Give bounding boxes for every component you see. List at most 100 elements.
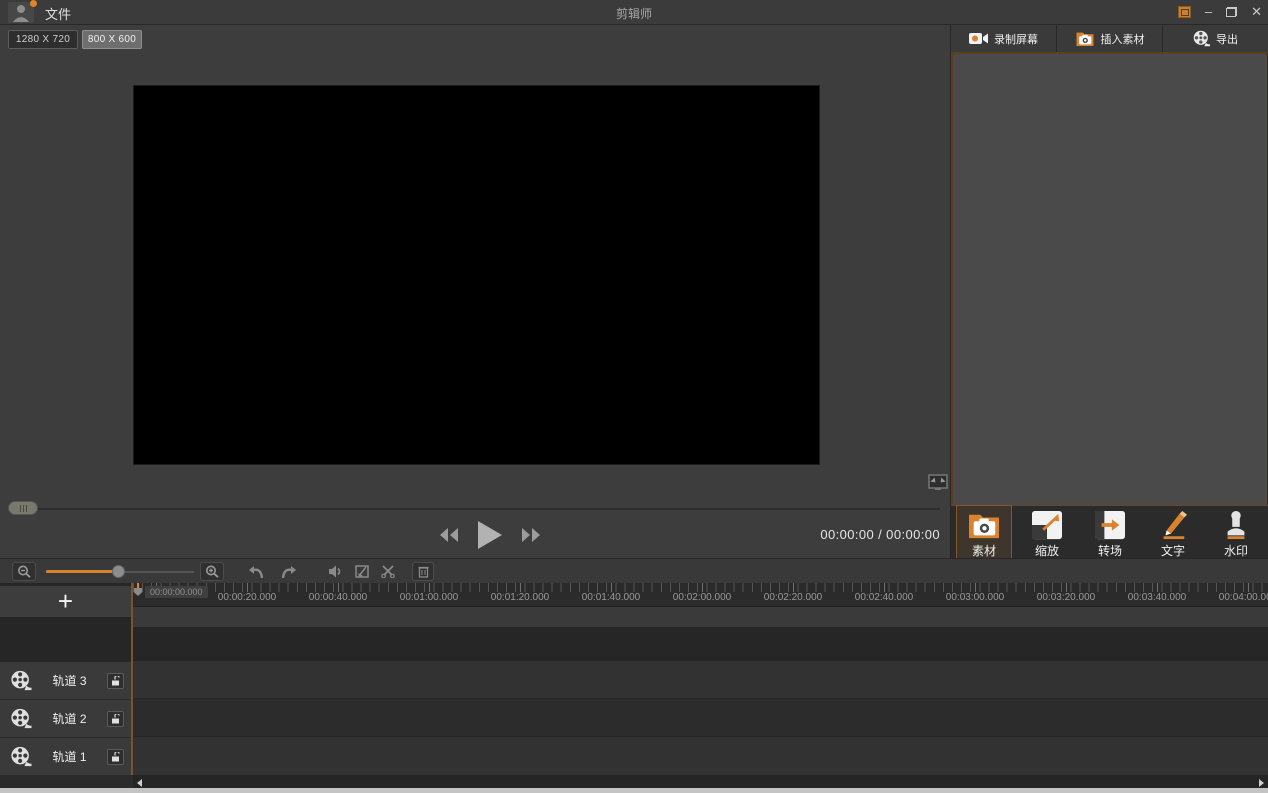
track-header-column: + 轨道 3 轨道 2 轨道 1 bbox=[0, 583, 133, 776]
track-row-2[interactable]: 轨道 2 bbox=[0, 700, 131, 738]
ruler-label: 00:03:00.000 bbox=[945, 592, 1005, 603]
tab-text[interactable]: 文字 bbox=[1145, 506, 1201, 560]
unlock-icon bbox=[112, 675, 120, 685]
fullscreen-icon bbox=[928, 474, 948, 490]
ruler-label: 00:01:20.000 bbox=[490, 592, 550, 603]
delete-button[interactable] bbox=[412, 562, 434, 581]
unlock-icon bbox=[112, 713, 120, 723]
ruler-label: 00:02:40.000 bbox=[854, 592, 914, 603]
trim-icon bbox=[355, 565, 369, 578]
pin-icon[interactable] bbox=[1177, 6, 1191, 18]
timeline-lane-top bbox=[133, 607, 1268, 627]
close-button[interactable]: ✕ bbox=[1251, 3, 1262, 21]
timeline-zoom-slider-fill bbox=[46, 570, 120, 573]
timeline-toolbar bbox=[0, 558, 1268, 583]
panel-actionbar: 录制屏幕 插入素材 导出 bbox=[951, 25, 1268, 52]
ruler-label: 00:02:20.000 bbox=[763, 592, 823, 603]
zoom-out-icon bbox=[18, 565, 31, 578]
preview-pan-slider-handle[interactable] bbox=[8, 501, 38, 515]
export-label: 导出 bbox=[1216, 33, 1238, 46]
fast-forward-button[interactable] bbox=[521, 527, 541, 543]
timeline-lane-track3[interactable] bbox=[133, 661, 1268, 699]
scroll-right-arrow[interactable] bbox=[1259, 779, 1264, 787]
film-reel-icon bbox=[1193, 30, 1210, 47]
ruler-label: 00:00:20.000 bbox=[217, 592, 277, 603]
ruler-label: 00:03:40.000 bbox=[1127, 592, 1187, 603]
cut-button[interactable] bbox=[376, 562, 400, 581]
unlock-icon bbox=[112, 751, 120, 761]
ruler-label: 00:00:40.000 bbox=[308, 592, 368, 603]
zoom-out-button[interactable] bbox=[12, 562, 36, 581]
ruler-ticks bbox=[133, 583, 1268, 592]
tab-watermark-label: 水印 bbox=[1223, 544, 1248, 558]
insert-material-button[interactable]: 插入素材 bbox=[1057, 25, 1163, 52]
scissors-icon bbox=[381, 565, 395, 578]
playhead-time-label: 00:00:00.000 bbox=[145, 586, 208, 598]
tab-scale[interactable]: 缩放 bbox=[1019, 506, 1075, 560]
titlebar: 文件 剪辑师 – ✕ bbox=[0, 0, 1268, 25]
track-label: 轨道 2 bbox=[52, 712, 87, 726]
undo-icon bbox=[248, 566, 263, 578]
video-editor-window: 文件 剪辑师 – ✕ 1280 X 720 800 X 600 00:00:00… bbox=[0, 0, 1268, 793]
timeline-zoom-slider-handle[interactable] bbox=[112, 565, 125, 578]
track-row-3[interactable]: 轨道 3 bbox=[0, 662, 131, 700]
redo-icon bbox=[281, 566, 296, 578]
track-label: 轨道 1 bbox=[52, 750, 87, 764]
ruler-label: 00:04:00.000 bbox=[1218, 592, 1268, 603]
restore-button[interactable] bbox=[1226, 7, 1238, 17]
film-reel-icon bbox=[11, 708, 32, 729]
track-lock-button[interactable] bbox=[107, 672, 124, 689]
export-button[interactable]: 导出 bbox=[1163, 25, 1268, 52]
tab-material[interactable]: 素材 bbox=[956, 505, 1012, 561]
tab-material-label: 素材 bbox=[971, 544, 996, 558]
camcorder-icon bbox=[969, 33, 988, 44]
stamp-icon bbox=[1227, 510, 1245, 540]
window-controls: – ✕ bbox=[1177, 3, 1262, 21]
window-bottom-edge bbox=[0, 788, 1268, 793]
undo-button[interactable] bbox=[243, 562, 267, 581]
redo-button[interactable] bbox=[277, 562, 301, 581]
preview-pan-slider-track[interactable] bbox=[10, 508, 940, 510]
resolution-800x600-button[interactable]: 800 X 600 bbox=[82, 30, 142, 49]
scrollbar-corner bbox=[0, 775, 133, 788]
zoom-in-button[interactable] bbox=[200, 562, 224, 581]
playhead-flag-icon bbox=[134, 588, 142, 596]
timeline-ruler[interactable]: 00:00:00.000 00:00:20.000 00:00:40.000 0… bbox=[133, 583, 1268, 607]
tab-watermark[interactable]: 水印 bbox=[1208, 506, 1264, 560]
trash-icon bbox=[418, 566, 428, 578]
timeline-lane-track1[interactable] bbox=[133, 737, 1268, 775]
rewind-button[interactable] bbox=[439, 527, 459, 543]
track-lock-button[interactable] bbox=[107, 710, 124, 727]
tab-text-label: 文字 bbox=[1160, 544, 1185, 558]
timeline-lane-gap bbox=[133, 627, 1268, 661]
scroll-left-arrow[interactable] bbox=[137, 779, 142, 787]
track-lock-button[interactable] bbox=[107, 748, 124, 765]
zoom-in-icon bbox=[206, 565, 219, 578]
playhead[interactable] bbox=[134, 583, 143, 597]
tab-transition-label: 转场 bbox=[1097, 544, 1122, 558]
mute-button[interactable] bbox=[323, 562, 347, 581]
add-track-button[interactable]: + bbox=[0, 586, 131, 617]
horizontal-scrollbar[interactable] bbox=[133, 775, 1268, 788]
timeline-lane-track2[interactable] bbox=[133, 699, 1268, 737]
ruler-label: 00:01:40.000 bbox=[581, 592, 641, 603]
fullscreen-button[interactable] bbox=[928, 474, 948, 491]
tab-transition[interactable]: 转场 bbox=[1082, 506, 1138, 560]
track-row-1[interactable]: 轨道 1 bbox=[0, 738, 131, 776]
time-display: 00:00:00 / 00:00:00 bbox=[820, 527, 940, 542]
ruler-label: 00:02:00.000 bbox=[672, 592, 732, 603]
resolution-1280x720-button[interactable]: 1280 X 720 bbox=[8, 30, 78, 49]
minimize-button[interactable]: – bbox=[1205, 3, 1212, 21]
tab-scale-label: 缩放 bbox=[1034, 544, 1059, 558]
ruler-label: 00:03:20.000 bbox=[1036, 592, 1096, 603]
panel-tabsbar: 素材 缩放 转场 文字 水印 bbox=[951, 505, 1268, 561]
film-reel-icon bbox=[11, 670, 32, 691]
insert-material-label: 插入素材 bbox=[1100, 33, 1145, 46]
play-button[interactable] bbox=[477, 520, 503, 550]
material-library-panel bbox=[951, 52, 1268, 505]
record-screen-button[interactable]: 录制屏幕 bbox=[951, 25, 1057, 52]
trim-button[interactable] bbox=[350, 562, 374, 581]
track-label: 轨道 3 bbox=[52, 674, 87, 688]
film-reel-icon bbox=[11, 746, 32, 767]
transition-icon bbox=[1095, 510, 1125, 540]
